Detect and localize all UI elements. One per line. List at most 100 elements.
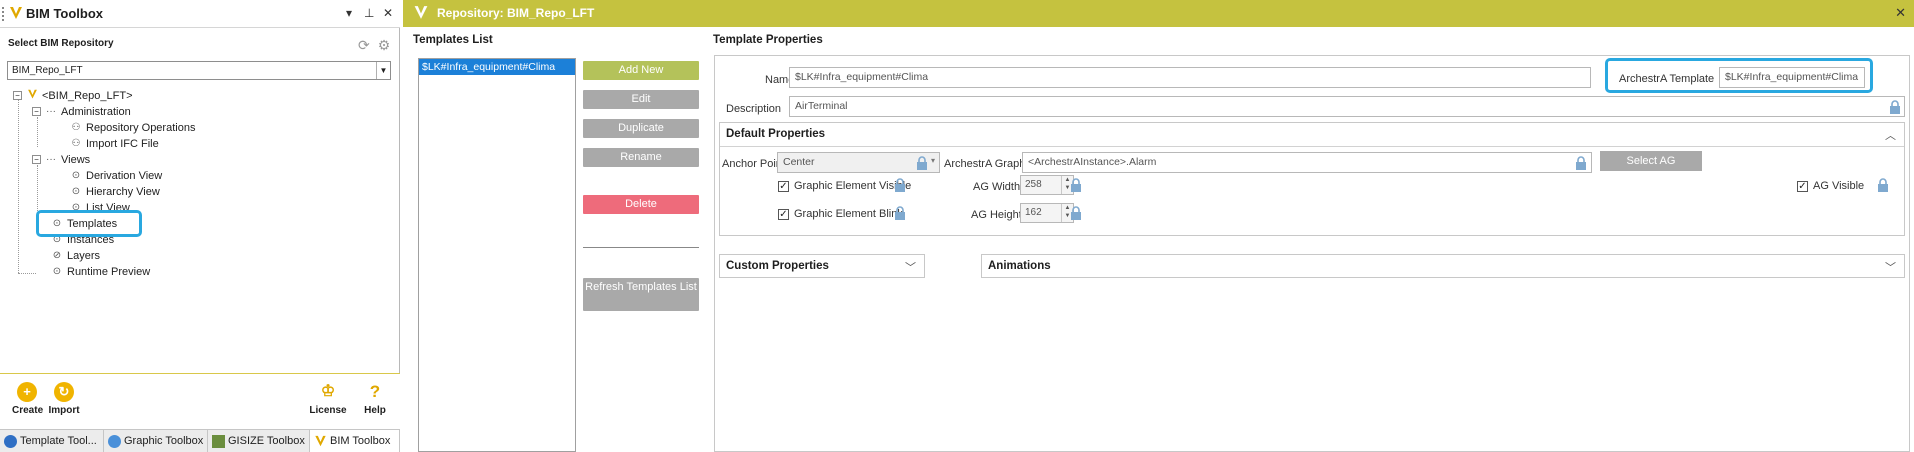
repo-select[interactable]: BIM_Repo_LFT ▼ <box>7 61 391 80</box>
chevron-down-icon[interactable]: ▾ <box>931 156 935 165</box>
templates-highlight <box>36 210 142 237</box>
drag-grip-icon[interactable] <box>2 7 4 21</box>
refresh-icon[interactable]: ⟳ <box>358 37 370 54</box>
view-icon: ⊙ <box>52 266 62 277</box>
lock-icon[interactable] <box>1070 206 1082 220</box>
user-icon: ⚇ <box>71 138 81 149</box>
logo-icon <box>9 6 23 24</box>
archestra-graphic-label: ArchestrA Graphic <box>944 158 1034 170</box>
collapse-icon[interactable]: − <box>13 91 22 100</box>
folder-dots-icon: ··· <box>46 106 56 117</box>
ag-height-stepper[interactable]: 162 ▲ ▼ <box>1020 203 1074 223</box>
anchor-point-label: Anchor Point <box>722 158 785 170</box>
lock-icon[interactable] <box>894 206 906 220</box>
chevron-up-icon[interactable]: ︿ <box>1885 127 1896 143</box>
ag-width-label: AG Width <box>973 181 1021 193</box>
templates-list-title: Templates List <box>413 34 493 46</box>
animations-title: Animations <box>988 260 1051 272</box>
rename-button[interactable]: Rename <box>583 148 699 167</box>
tree-item-root[interactable]: − <BIM_Repo_LFT> <box>13 88 133 103</box>
toolbox-tabs: Template Tool... Graphic Toolbox GISIZE … <box>0 429 400 452</box>
tab-gisize-toolbox[interactable]: GISIZE Toolbox <box>208 430 310 452</box>
ag-height-label: AG Height <box>971 209 1022 221</box>
tab-bim-toolbox[interactable]: BIM Toolbox <box>310 430 400 452</box>
panel-title-bar: BIM Toolbox ▾ ⊥ ✕ <box>0 0 400 28</box>
help-button[interactable]: ? Help <box>360 382 390 416</box>
ag-width-stepper[interactable]: 258 ▲ ▼ <box>1020 175 1074 195</box>
list-item[interactable]: $LK#Infra_equipment#Clima <box>419 59 575 75</box>
archestra-template-field[interactable]: $LK#Infra_equipment#Clima <box>1719 67 1865 88</box>
repository-icon <box>26 89 38 103</box>
lock-icon[interactable] <box>894 178 906 192</box>
license-icon: ♔ <box>318 382 338 402</box>
pin-icon[interactable]: ⊥ <box>364 6 374 20</box>
tree-item-layers[interactable]: ⊘ Layers <box>51 248 100 263</box>
tree-item-hierarchy-view[interactable]: ⊙ Hierarchy View <box>70 184 160 199</box>
tab-template-toolbox[interactable]: Template Tool... <box>0 430 104 452</box>
graphic-element-blink-label: Graphic Element Blink <box>794 208 903 220</box>
tree-item-administration[interactable]: − ··· Administration <box>32 104 131 119</box>
bottom-toolbar: + Create ↻ Import ♔ License ? Help <box>0 373 400 429</box>
close-icon[interactable]: ✕ <box>383 6 393 20</box>
add-new-button[interactable]: Add New <box>583 61 699 80</box>
import-button[interactable]: ↻ Import <box>48 382 80 416</box>
repo-select-value: BIM_Repo_LFT <box>12 65 83 76</box>
duplicate-button[interactable]: Duplicate <box>583 119 699 138</box>
template-properties-title: Template Properties <box>713 34 823 46</box>
refresh-templates-button[interactable]: Refresh Templates List <box>583 278 699 311</box>
collapse-icon[interactable]: − <box>32 155 41 164</box>
description-field[interactable]: AirTerminal <box>789 96 1905 117</box>
bim-logo-icon <box>314 435 327 448</box>
tree-item-import-ifc[interactable]: ⚇ Import IFC File <box>70 136 159 151</box>
archestra-graphic-field[interactable]: <ArchestrAInstance>.Alarm <box>1022 152 1592 173</box>
default-properties-title: Default Properties <box>726 128 826 140</box>
panel-title: BIM Toolbox <box>26 6 104 21</box>
lock-icon[interactable] <box>1575 156 1587 170</box>
graphic-element-visible-checkbox[interactable]: ✓ <box>778 181 789 192</box>
description-label: Description <box>726 103 782 115</box>
lock-icon[interactable] <box>1889 100 1901 114</box>
layers-icon: ⊘ <box>52 250 62 261</box>
view-icon: ⊙ <box>71 186 81 197</box>
name-field[interactable]: $LK#Infra_equipment#Clima <box>789 67 1591 88</box>
import-icon: ↻ <box>54 382 74 402</box>
animations-group[interactable]: Animations ﹀ <box>981 254 1905 278</box>
delete-button[interactable]: Delete <box>583 195 699 214</box>
chevron-down-icon[interactable]: ﹀ <box>1885 259 1896 275</box>
tree-item-views[interactable]: − ··· Views <box>32 152 90 167</box>
default-properties-group: Default Properties ︿ Anchor Point Center… <box>719 122 1905 236</box>
panel-menu-icon[interactable]: ▾ <box>346 6 352 20</box>
license-button[interactable]: ♔ License <box>308 382 348 416</box>
repository-header: Repository: BIM_Repo_LFT ✕ <box>403 0 1914 27</box>
collapse-icon[interactable]: − <box>32 107 41 116</box>
logo-icon <box>413 5 429 24</box>
tree-item-repository-operations[interactable]: ⚇ Repository Operations <box>70 120 196 135</box>
chevron-down-icon[interactable]: ﹀ <box>905 259 916 275</box>
separator <box>583 247 699 248</box>
edit-button[interactable]: Edit <box>583 90 699 109</box>
custom-properties-group[interactable]: Custom Properties ﹀ <box>719 254 925 278</box>
lock-icon[interactable] <box>1070 178 1082 192</box>
gisize-icon <box>212 435 225 448</box>
close-icon[interactable]: ✕ <box>1895 5 1906 21</box>
lock-icon[interactable] <box>1877 178 1889 192</box>
bim-toolbox-panel: BIM Toolbox ▾ ⊥ ✕ Select BIM Repository … <box>0 0 400 452</box>
templates-list[interactable]: $LK#Infra_equipment#Clima <box>418 58 576 452</box>
settings-icon[interactable]: ⚙ <box>378 37 391 54</box>
chevron-down-icon[interactable]: ▼ <box>376 62 390 79</box>
tab-graphic-toolbox[interactable]: Graphic Toolbox <box>104 430 208 452</box>
repository-title: Repository: BIM_Repo_LFT <box>437 6 595 20</box>
tree-item-runtime-preview[interactable]: ⊙ Runtime Preview <box>51 264 150 279</box>
tree-item-derivation-view[interactable]: ⊙ Derivation View <box>70 168 162 183</box>
create-button[interactable]: + Create <box>12 382 43 416</box>
archestra-template-label: ArchestrA Template <box>1619 73 1715 85</box>
plus-icon: + <box>17 382 37 402</box>
graphic-element-blink-checkbox[interactable]: ✓ <box>778 209 789 220</box>
lock-icon[interactable] <box>916 156 928 170</box>
ag-visible-checkbox[interactable]: ✓ <box>1797 181 1808 192</box>
repo-label: Select BIM Repository <box>8 38 114 49</box>
template-properties-panel: Name $LK#Infra_equipment#Clima ArchestrA… <box>714 55 1910 452</box>
select-ag-button[interactable]: Select AG <box>1600 151 1702 171</box>
template-toolbox-icon <box>4 435 17 448</box>
user-icon: ⚇ <box>71 122 81 133</box>
